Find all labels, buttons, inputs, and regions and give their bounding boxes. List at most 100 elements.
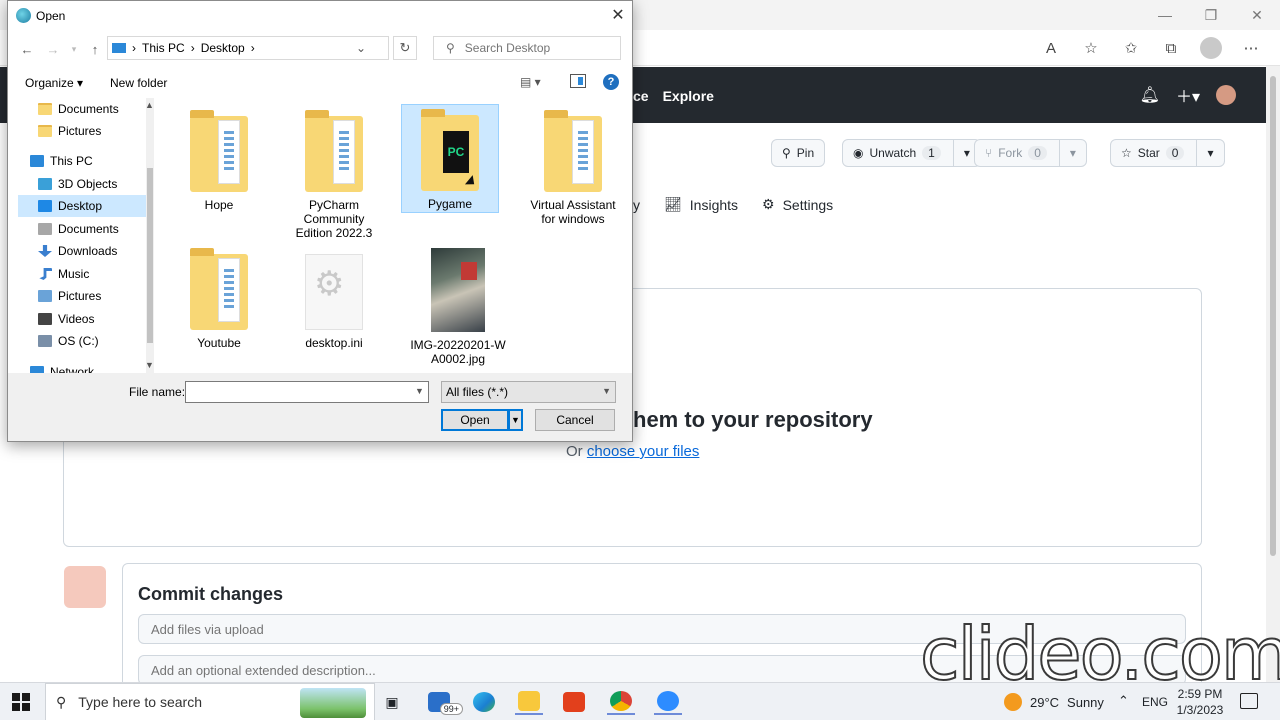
chevron-down-icon[interactable]: ▾ [952,139,970,167]
clock[interactable]: 2:59 PM 1/3/2023 [1172,686,1228,718]
nav-item-3d-objects[interactable]: 3D Objects [38,173,117,195]
chrome-icon[interactable] [607,689,635,715]
nav-item-pictures[interactable]: Pictures [38,120,101,142]
up-icon[interactable]: ↑ [84,39,106,59]
add-favorite-icon[interactable]: ☆ [1074,34,1108,62]
cancel-button[interactable]: Cancel [535,409,615,431]
new-folder-button[interactable]: New folder [110,76,167,90]
tab-security[interactable]: y [633,196,640,213]
nav-marketplace[interactable]: ce [633,88,649,104]
back-icon[interactable]: ← [16,39,38,59]
bell-icon[interactable]: 🔔︎ [1140,85,1160,105]
nav-item-pictures-2[interactable]: Pictures [38,285,101,307]
folder-icon [305,110,363,192]
chevron-down-icon[interactable]: ⌄ [356,41,366,55]
unwatch-button[interactable]: ◉ Unwatch 1 ▾ [842,139,981,167]
tab-settings[interactable]: ⚙ Settings [762,196,833,213]
address-bar[interactable]: › This PC › Desktop › ⌄ [107,36,389,60]
nav-pane-scrollbar[interactable]: ▲ ▼ [145,98,154,373]
nav-item-downloads[interactable]: Downloads [38,240,117,262]
nav-item-os-c[interactable]: OS (C:) [38,330,99,352]
star-button[interactable]: ☆ Star 0 ▾ [1110,139,1225,167]
close-icon[interactable]: ✕ [1234,0,1280,30]
task-view-icon[interactable]: ▣ [378,689,406,715]
tab-insights[interactable]: 📈︎ Insights [664,196,738,213]
search-input[interactable] [464,41,605,55]
file-type-select[interactable]: All files (*.*) ▼ [441,381,616,403]
nav-item-network[interactable]: Network [30,361,94,373]
file-item-youtube[interactable]: Youtube [170,244,268,354]
mail-badge: 99+ [439,703,463,715]
commit-title: Commit changes [138,584,284,604]
choose-files-link[interactable]: choose your files [587,443,700,460]
file-item-virtual-assistant[interactable]: Virtual Assistant for windows [524,106,622,226]
command-bar: Organize ▾ New folder ▤ ▾ ? [8,71,632,95]
pin-icon: ⚲ [782,146,791,160]
scroll-up-icon[interactable]: ▲ [145,100,154,110]
taskbar-search[interactable]: ⚲ Type here to search [45,683,375,720]
read-aloud-icon[interactable]: A [1034,34,1068,62]
file-item-pycharm[interactable]: PyCharm Community Edition 2022.3 [285,106,383,240]
breadcrumb-this-pc[interactable]: This PC [142,41,185,55]
recent-locations-icon[interactable]: ▾ [68,39,80,59]
folder-icon [38,103,52,115]
nav-explore[interactable]: Explore [663,88,714,104]
plus-icon[interactable]: ＋▾ [1176,83,1200,107]
search-icon: ⚲ [56,693,67,710]
zoom-icon[interactable] [654,689,682,715]
preview-pane-icon[interactable] [570,74,586,88]
dialog-title: Open [36,9,66,23]
profile-icon[interactable] [1200,37,1222,59]
file-explorer-icon[interactable] [515,689,543,715]
folder-icon [190,248,248,330]
help-icon[interactable]: ? [603,74,619,90]
open-button[interactable]: Open [441,409,509,431]
navigation-pane: Documents Pictures This PC 3D Objects De… [8,98,154,373]
office-icon[interactable] [560,689,588,715]
nav-item-documents-2[interactable]: Documents [38,218,119,240]
more-options-icon[interactable]: ⋯ [1234,34,1268,62]
edge-icon[interactable] [470,689,498,715]
chevron-down-icon[interactable]: ▾ [1196,139,1214,167]
weather-widget[interactable]: 29°C Sunny [1004,693,1104,711]
refresh-icon[interactable]: ↻ [393,36,417,60]
image-thumbnail [431,248,485,332]
folder-icon [190,110,248,192]
nav-item-desktop[interactable]: Desktop [18,195,146,217]
nav-item-videos[interactable]: Videos [38,308,94,330]
chevron-down-icon[interactable]: ▼ [415,386,424,396]
nav-item-documents[interactable]: Documents [38,98,119,120]
language-indicator[interactable]: ENG [1142,695,1168,709]
change-view-icon[interactable]: ▤ ▾ [520,75,541,89]
nav-item-music[interactable]: Music [38,263,89,285]
file-item-desktop-ini[interactable]: desktop.ini [285,244,383,354]
favorites-icon[interactable]: ✩ [1114,34,1148,62]
page-scrollbar[interactable] [1266,66,1280,686]
chevron-down-icon[interactable]: ▾ [1058,139,1076,167]
fork-button[interactable]: ⑂ Fork 0 ▾ [974,139,1087,167]
avatar[interactable] [1216,85,1236,105]
collections-icon[interactable]: ⧉ [1154,34,1188,62]
show-hidden-icons-icon[interactable]: ⌃ [1118,693,1129,709]
scroll-down-icon[interactable]: ▼ [145,360,154,370]
minimize-icon[interactable]: — [1142,0,1188,30]
file-item-img[interactable]: IMG-20220201-WA0002.jpg [409,244,507,369]
windows-start-icon[interactable] [12,693,30,711]
search-box[interactable]: ⚲ [433,36,621,60]
search-icon: ⚲ [446,41,455,55]
mail-icon[interactable]: 99+ [425,689,463,715]
file-name-input[interactable] [185,381,429,403]
maximize-icon[interactable]: ❐ [1188,0,1234,30]
pin-button[interactable]: ⚲ Pin [771,139,826,167]
scroll-thumb[interactable] [147,168,153,343]
documents-icon [38,223,52,235]
file-item-hope[interactable]: Hope [170,106,268,216]
organize-button[interactable]: Organize ▾ [25,76,83,90]
open-options-chevron-icon[interactable]: ▼ [509,409,523,431]
nav-item-this-pc[interactable]: This PC [30,150,93,172]
close-icon[interactable]: ✕ [604,1,632,29]
breadcrumb-desktop[interactable]: Desktop [201,41,245,55]
file-item-pygame[interactable]: PC Pygame [401,104,499,213]
notifications-icon[interactable] [1240,693,1258,709]
forward-icon[interactable]: → [42,39,64,59]
